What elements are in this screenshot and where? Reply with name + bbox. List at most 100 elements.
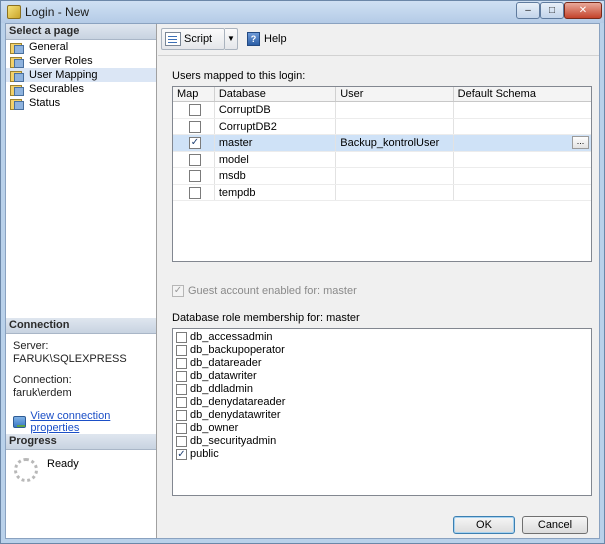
table-row[interactable]: msdb: [173, 168, 591, 185]
page-icon: [10, 56, 24, 68]
database-cell: model: [215, 151, 337, 167]
role-label: db_ddladmin: [190, 383, 253, 395]
page-icon: [10, 70, 24, 82]
role-checkbox[interactable]: [176, 397, 187, 408]
role-checkbox[interactable]: [176, 345, 187, 356]
role-item-public[interactable]: ✓ public: [173, 448, 591, 461]
role-label: db_owner: [190, 422, 239, 434]
script-dropdown-button[interactable]: ▼: [225, 28, 238, 50]
role-checkbox[interactable]: [176, 384, 187, 395]
page-navigation-panel: Select a page General Server Roles User Ma…: [6, 24, 157, 538]
default-schema-cell[interactable]: [454, 119, 591, 135]
table-row[interactable]: model: [173, 151, 591, 168]
table-row[interactable]: tempdb: [173, 184, 591, 201]
map-checkbox[interactable]: [189, 153, 201, 166]
column-header-default-schema[interactable]: Default Schema: [454, 87, 591, 101]
user-cell[interactable]: [336, 184, 454, 200]
nav-item-general[interactable]: General: [6, 40, 156, 54]
empty-row: [173, 218, 591, 235]
nav-item-user-mapping[interactable]: User Mapping: [6, 68, 156, 82]
users-mapped-caption: Users mapped to this login:: [172, 70, 306, 82]
role-checkbox[interactable]: [176, 371, 187, 382]
role-item-db-datareader[interactable]: db_datareader: [173, 357, 591, 370]
role-checkbox[interactable]: [176, 332, 187, 343]
role-checkbox[interactable]: [176, 436, 187, 447]
page-icon: [10, 84, 24, 96]
title-bar[interactable]: Login - New – □ ✕: [1, 1, 604, 23]
view-connection-properties-text[interactable]: View connection properties: [30, 410, 156, 434]
guest-account-label: Guest account enabled for: master: [188, 285, 357, 297]
table-row[interactable]: CorruptDB2: [173, 118, 591, 135]
server-value: FARUK\SQLEXPRESS: [13, 353, 127, 365]
progress-header: Progress: [6, 434, 156, 450]
role-item-db-accessadmin[interactable]: db_accessadmin: [173, 331, 591, 344]
guest-account-row: ✓ Guest account enabled for: master: [172, 285, 357, 297]
role-item-db-securityadmin[interactable]: db_securityadmin: [173, 435, 591, 448]
minimize-button[interactable]: –: [516, 2, 540, 19]
default-schema-cell[interactable]: [454, 168, 591, 184]
help-button[interactable]: ? Help: [244, 28, 290, 50]
default-schema-cell[interactable]: [454, 152, 591, 168]
nav-item-securables[interactable]: Securables: [6, 82, 156, 96]
page-list: General Server Roles User Mapping Securable…: [6, 40, 156, 110]
role-item-db-owner[interactable]: db_owner: [173, 422, 591, 435]
close-button[interactable]: ✕: [564, 2, 602, 19]
table-row[interactable]: CorruptDB: [173, 102, 591, 119]
role-item-db-backupoperator[interactable]: db_backupoperator: [173, 344, 591, 357]
role-item-db-denydatawriter[interactable]: db_denydatawriter: [173, 409, 591, 422]
role-checkbox[interactable]: [176, 358, 187, 369]
role-item-db-ddladmin[interactable]: db_ddladmin: [173, 383, 591, 396]
user-cell[interactable]: [336, 102, 454, 118]
nav-item-status[interactable]: Status: [6, 96, 156, 110]
user-cell[interactable]: [336, 168, 454, 184]
grid-header: Map Database User Default Schema: [173, 87, 591, 102]
column-header-map[interactable]: Map: [173, 87, 215, 101]
script-label: Script: [184, 33, 213, 45]
map-checkbox[interactable]: [189, 170, 201, 182]
ok-button[interactable]: OK: [453, 516, 515, 534]
dialog-client-area: Select a page General Server Roles User Ma…: [5, 23, 600, 539]
role-membership-caption: Database role membership for: master: [172, 312, 360, 324]
page-icon: [10, 42, 24, 54]
user-cell[interactable]: [336, 118, 454, 134]
role-checkbox[interactable]: [176, 423, 187, 434]
map-checkbox[interactable]: [189, 104, 201, 116]
window-title: Login - New: [25, 5, 90, 19]
default-schema-cell[interactable]: [454, 185, 591, 201]
table-row[interactable]: ✓ master Backup_kontrolUser...: [173, 135, 591, 152]
select-page-header: Select a page: [6, 24, 156, 40]
user-cell[interactable]: [336, 151, 454, 167]
role-item-db-datawriter[interactable]: db_datawriter: [173, 370, 591, 383]
maximize-button[interactable]: □: [540, 2, 564, 19]
role-checkbox[interactable]: [176, 410, 187, 421]
progress-section: Progress Ready: [6, 434, 156, 482]
role-checkbox[interactable]: ✓: [176, 449, 187, 460]
map-cell: [173, 184, 215, 200]
database-cell: CorruptDB2: [215, 118, 337, 134]
default-schema-cell[interactable]: [454, 102, 591, 118]
database-cell: master: [215, 135, 337, 151]
app-icon: [7, 5, 21, 19]
script-button[interactable]: Script: [161, 28, 225, 50]
role-label: db_backupoperator: [190, 344, 285, 356]
cancel-button[interactable]: Cancel: [522, 516, 588, 534]
role-label: db_denydatareader: [190, 396, 286, 408]
column-header-database[interactable]: Database: [215, 87, 337, 101]
column-header-user[interactable]: User: [336, 87, 454, 101]
map-checkbox[interactable]: [189, 120, 201, 133]
progress-spinner-icon: [14, 458, 38, 482]
user-cell[interactable]: Backup_kontrolUser: [336, 135, 454, 151]
browse-schema-button[interactable]: ...: [572, 136, 589, 149]
nav-item-server-roles[interactable]: Server Roles: [6, 54, 156, 68]
help-icon: ?: [247, 32, 260, 46]
guest-account-checkbox: ✓: [172, 285, 184, 297]
view-connection-properties-link[interactable]: View connection properties: [13, 410, 156, 434]
map-cell: [173, 118, 215, 134]
role-item-db-denydatareader[interactable]: db_denydatareader: [173, 396, 591, 409]
grid-body: CorruptDB CorruptDB2 ✓ master Backup_kontrol…: [173, 102, 591, 251]
role-label: db_securityadmin: [190, 435, 277, 447]
database-cell: CorruptDB: [215, 102, 337, 118]
map-checkbox[interactable]: ✓: [189, 137, 201, 149]
default-schema-cell[interactable]: ...: [454, 135, 591, 151]
map-checkbox[interactable]: [189, 186, 201, 199]
